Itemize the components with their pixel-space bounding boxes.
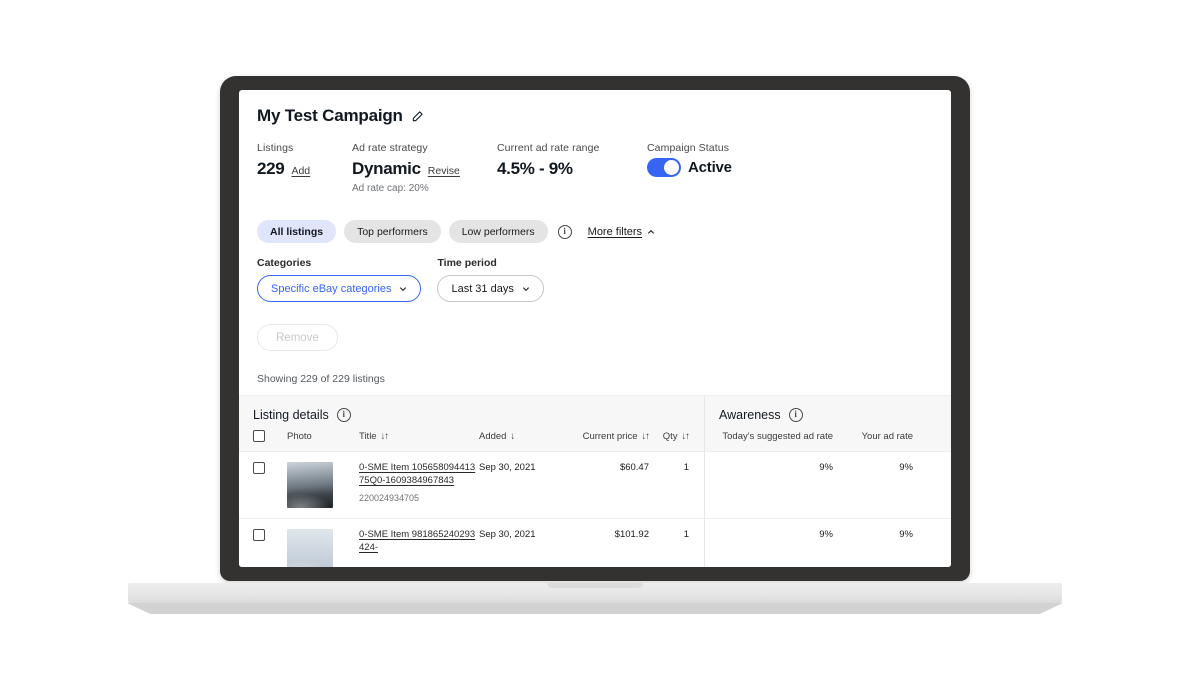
listings-value: 229 bbox=[257, 159, 285, 178]
campaign-summary: Listings 229 Add Ad rate strategy Dynami… bbox=[257, 142, 933, 194]
filter-chip-top-performers[interactable]: Top performers bbox=[344, 220, 441, 243]
group-listing-details: Listing details i bbox=[239, 396, 705, 430]
page-title: My Test Campaign bbox=[257, 106, 403, 125]
summary-ad-rate-strategy: Ad rate strategy Dynamic Revise Ad rate … bbox=[352, 142, 497, 194]
categories-label: Categories bbox=[257, 257, 312, 269]
column-header-qty[interactable]: Qty ↓↑ bbox=[649, 431, 697, 442]
sort-down-icon: ↓ bbox=[510, 431, 515, 442]
sort-both-icon: ↓↑ bbox=[641, 431, 650, 442]
listing-suggested-ad-rate: 9% bbox=[819, 462, 833, 473]
campaign-status-value: Active bbox=[688, 159, 732, 176]
time-period-select[interactable]: Last 31 days bbox=[437, 275, 544, 302]
table-column-headers: Photo Title ↓↑ Added ↓ Current price ↓↑ … bbox=[239, 430, 951, 451]
laptop-bezel: My Test Campaign Listings 229 Add Ad rat… bbox=[220, 76, 970, 581]
row-checkbox[interactable] bbox=[253, 529, 265, 541]
time-period-label: Time period bbox=[437, 257, 497, 269]
listing-qty: 1 bbox=[683, 462, 689, 473]
listing-suggested-ad-rate: 9% bbox=[819, 529, 833, 540]
ad-rate-strategy-value: Dynamic bbox=[352, 159, 421, 178]
info-icon[interactable]: i bbox=[336, 408, 351, 422]
listings-add-link[interactable]: Add bbox=[291, 165, 310, 177]
current-ad-rate-range-value: 4.5% - 9% bbox=[497, 159, 573, 178]
listing-item-id: 220024934705 bbox=[359, 492, 420, 503]
categories-filter: Categories Specific eBay categories bbox=[257, 257, 422, 302]
time-period-select-value: Last 31 days bbox=[451, 282, 514, 295]
time-period-filter: Time period Last 31 days bbox=[437, 257, 544, 302]
pencil-icon[interactable] bbox=[411, 109, 425, 123]
listing-your-ad-rate: 9% bbox=[899, 462, 913, 473]
current-ad-rate-range-label: Current ad rate range bbox=[497, 142, 600, 154]
group-awareness: Awareness i bbox=[705, 396, 951, 430]
column-header-title[interactable]: Title ↓↑ bbox=[359, 431, 479, 442]
ad-rate-cap-text: Ad rate cap: 20% bbox=[352, 183, 429, 194]
campaign-page: My Test Campaign Listings 229 Add Ad rat… bbox=[239, 90, 951, 567]
listing-added-date: Sep 30, 2021 bbox=[479, 462, 536, 473]
listing-added-date: Sep 30, 2021 bbox=[479, 529, 536, 540]
categories-select[interactable]: Specific eBay categories bbox=[257, 275, 422, 302]
listings-label: Listings bbox=[257, 142, 294, 154]
listings-table: Listing details i Awareness i Photo Titl… bbox=[239, 395, 951, 567]
showing-count: Showing 229 of 229 listings bbox=[257, 373, 385, 385]
table-row: 0-SME Item 10565809441375Q0-160938496784… bbox=[239, 451, 951, 518]
chevron-down-icon bbox=[400, 286, 407, 291]
laptop-screen: My Test Campaign Listings 229 Add Ad rat… bbox=[239, 90, 951, 567]
listing-qty: 1 bbox=[683, 529, 689, 540]
group-listing-details-label: Listing details bbox=[253, 408, 329, 422]
info-icon[interactable]: i bbox=[557, 224, 572, 239]
summary-campaign-status: Campaign Status Active bbox=[647, 142, 732, 194]
campaign-status-toggle[interactable] bbox=[647, 158, 681, 177]
chevron-down-icon bbox=[522, 286, 529, 291]
listing-title-link[interactable]: 0-SME Item 981865240293424- bbox=[359, 529, 479, 555]
filter-chip-all-listings[interactable]: All listings bbox=[257, 220, 337, 243]
listing-thumbnail bbox=[287, 529, 333, 567]
filter-chip-row: All listings Top performers Low performe… bbox=[257, 220, 933, 243]
column-header-current-price[interactable]: Current price ↓↑ bbox=[557, 431, 650, 442]
campaign-status-label: Campaign Status bbox=[647, 142, 730, 154]
screenshot-stage: My Test Campaign Listings 229 Add Ad rat… bbox=[0, 0, 1200, 675]
page-title-row: My Test Campaign bbox=[257, 106, 933, 126]
laptop-trackpad-notch bbox=[547, 583, 643, 588]
laptop-base bbox=[128, 583, 1062, 605]
table-row: 0-SME Item 981865240293424- Sep 30, 2021… bbox=[239, 518, 951, 567]
chevron-up-icon bbox=[648, 229, 655, 234]
filter-selects: Categories Specific eBay categories Time… bbox=[257, 257, 933, 302]
group-awareness-label: Awareness bbox=[719, 408, 781, 422]
table-header-band: Listing details i Awareness i Photo Titl… bbox=[239, 395, 951, 451]
row-checkbox[interactable] bbox=[253, 462, 265, 474]
summary-listings: Listings 229 Add bbox=[257, 142, 352, 194]
categories-select-value: Specific eBay categories bbox=[271, 282, 392, 295]
sort-both-icon: ↓↑ bbox=[380, 431, 389, 442]
filter-chip-low-performers[interactable]: Low performers bbox=[448, 220, 548, 243]
column-header-added[interactable]: Added ↓ bbox=[479, 431, 557, 442]
listing-title-link[interactable]: 0-SME Item 10565809441375Q0-160938496784… bbox=[359, 462, 479, 488]
ad-rate-strategy-label: Ad rate strategy bbox=[352, 142, 428, 154]
ad-rate-revise-link[interactable]: Revise bbox=[428, 165, 460, 177]
listing-current-price: $101.92 bbox=[614, 529, 649, 540]
column-header-your-ad-rate: Your ad rate bbox=[861, 431, 913, 442]
info-icon[interactable]: i bbox=[788, 408, 803, 422]
column-header-suggested-ad-rate: Today's suggested ad rate bbox=[722, 431, 833, 442]
listing-your-ad-rate: 9% bbox=[899, 529, 913, 540]
more-filters-label: More filters bbox=[587, 225, 643, 238]
summary-current-ad-rate-range: Current ad rate range 4.5% - 9% bbox=[497, 142, 647, 194]
more-filters-toggle[interactable]: More filters bbox=[588, 226, 655, 238]
select-all-checkbox[interactable] bbox=[253, 430, 265, 442]
sort-both-icon: ↓↑ bbox=[681, 431, 690, 442]
listing-thumbnail bbox=[287, 462, 333, 508]
column-header-photo: Photo bbox=[287, 431, 312, 442]
listing-current-price: $60.47 bbox=[619, 462, 649, 473]
remove-button[interactable]: Remove bbox=[257, 324, 338, 351]
